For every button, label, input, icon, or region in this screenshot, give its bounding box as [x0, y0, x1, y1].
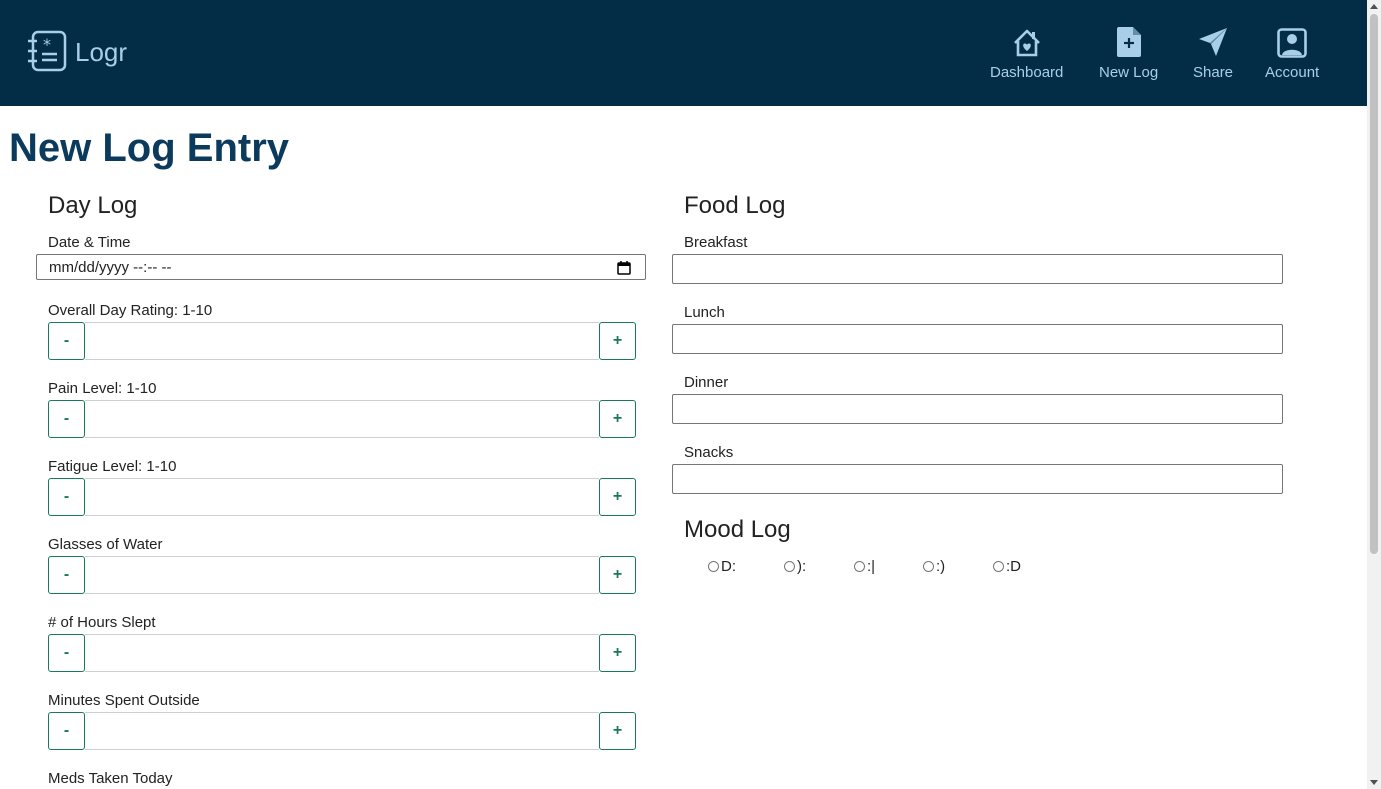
scroll-up-arrow-icon[interactable] — [1370, 4, 1378, 9]
increment-button[interactable]: + — [599, 712, 636, 750]
radio-button[interactable] — [708, 561, 719, 572]
mood-option[interactable]: :D — [993, 558, 1021, 575]
stepper-label: Pain Level: 1-10 — [48, 380, 157, 397]
water-glasses-stepper: - + — [48, 556, 636, 594]
brand-name: Logr — [75, 36, 128, 67]
water-glasses-input[interactable] — [85, 556, 599, 594]
decrement-button[interactable]: - — [48, 478, 85, 516]
hours-slept-input[interactable] — [85, 634, 599, 672]
dinner-label: Dinner — [684, 374, 729, 391]
stepper-label: Glasses of Water — [48, 536, 163, 553]
stepper-label: Overall Day Rating: 1-10 — [48, 302, 213, 319]
mood-option-label: :| — [867, 558, 876, 575]
mood-option-label: D: — [721, 558, 736, 575]
radio-button[interactable] — [784, 561, 795, 572]
date-placeholder: mm/dd/yyyy --:-- -- — [49, 258, 172, 276]
scrollbar-thumb[interactable] — [1370, 14, 1378, 554]
nav-label: Dashboard — [990, 64, 1064, 81]
fatigue-level-input[interactable] — [85, 478, 599, 516]
minutes-outside-input[interactable] — [85, 712, 599, 750]
mood-option[interactable]: :) — [923, 558, 945, 575]
brand[interactable]: * Logr — [27, 30, 127, 72]
person-square-icon — [1277, 22, 1307, 58]
nav-label: Share — [1193, 64, 1234, 81]
file-plus-icon — [1116, 22, 1142, 58]
svg-text:*: * — [43, 35, 51, 54]
scroll-down-arrow-icon[interactable] — [1370, 780, 1378, 785]
day-rating-stepper: - + — [48, 322, 636, 360]
mood-option-label: :D — [1006, 558, 1021, 575]
increment-button[interactable]: + — [599, 634, 636, 672]
breakfast-label: Breakfast — [684, 234, 748, 251]
increment-button[interactable]: + — [599, 556, 636, 594]
nav-account[interactable]: Account — [1265, 22, 1319, 81]
snacks-label: Snacks — [684, 444, 734, 461]
lunch-input[interactable] — [672, 324, 1283, 354]
snacks-input[interactable] — [672, 464, 1283, 494]
mood-option[interactable]: ): — [784, 558, 806, 575]
mood-option-label: :) — [936, 558, 946, 575]
nav-dashboard[interactable]: Dashboard — [990, 22, 1063, 81]
dinner-input[interactable] — [672, 394, 1283, 424]
mood-option-label: ): — [797, 558, 807, 575]
pain-level-input[interactable] — [85, 400, 599, 438]
fatigue-level-stepper: - + — [48, 478, 636, 516]
nav-share[interactable]: Share — [1193, 22, 1233, 81]
radio-button[interactable] — [923, 561, 934, 572]
decrement-button[interactable]: - — [48, 322, 85, 360]
increment-button[interactable]: + — [599, 478, 636, 516]
house-heart-icon — [1012, 22, 1042, 58]
decrement-button[interactable]: - — [48, 400, 85, 438]
radio-button[interactable] — [993, 561, 1004, 572]
mood-log-title: Mood Log — [684, 516, 791, 543]
notebook-icon: * — [27, 30, 67, 72]
mood-option[interactable]: D: — [708, 558, 736, 575]
date-time-label: Date & Time — [48, 234, 131, 251]
day-rating-input[interactable] — [85, 322, 599, 360]
calendar-icon[interactable] — [617, 261, 631, 279]
decrement-button[interactable]: - — [48, 556, 85, 594]
nav-new-log[interactable]: New Log — [1099, 22, 1158, 81]
radio-button[interactable] — [854, 561, 865, 572]
meds-label: Meds Taken Today — [48, 770, 173, 787]
page-scrollbar[interactable] — [1367, 0, 1381, 789]
nav-label: New Log — [1099, 64, 1159, 81]
stepper-label: Fatigue Level: 1-10 — [48, 458, 177, 475]
stepper-label: Minutes Spent Outside — [48, 692, 200, 709]
nav-label: Account — [1265, 64, 1320, 81]
mood-option[interactable]: :| — [854, 558, 875, 575]
page-title: New Log Entry — [9, 126, 290, 170]
decrement-button[interactable]: - — [48, 634, 85, 672]
decrement-button[interactable]: - — [48, 712, 85, 750]
stepper-label: # of Hours Slept — [48, 614, 156, 631]
increment-button[interactable]: + — [599, 400, 636, 438]
date-time-input[interactable]: mm/dd/yyyy --:-- -- — [36, 254, 646, 280]
hours-slept-stepper: - + — [48, 634, 636, 672]
pain-level-stepper: - + — [48, 400, 636, 438]
top-navbar: * Logr Dashboard New Log Share Account — [0, 0, 1367, 106]
day-log-title: Day Log — [48, 192, 138, 219]
breakfast-input[interactable] — [672, 254, 1283, 284]
increment-button[interactable]: + — [599, 322, 636, 360]
send-icon — [1197, 22, 1229, 58]
food-log-title: Food Log — [684, 192, 786, 219]
lunch-label: Lunch — [684, 304, 725, 321]
minutes-outside-stepper: - + — [48, 712, 636, 750]
